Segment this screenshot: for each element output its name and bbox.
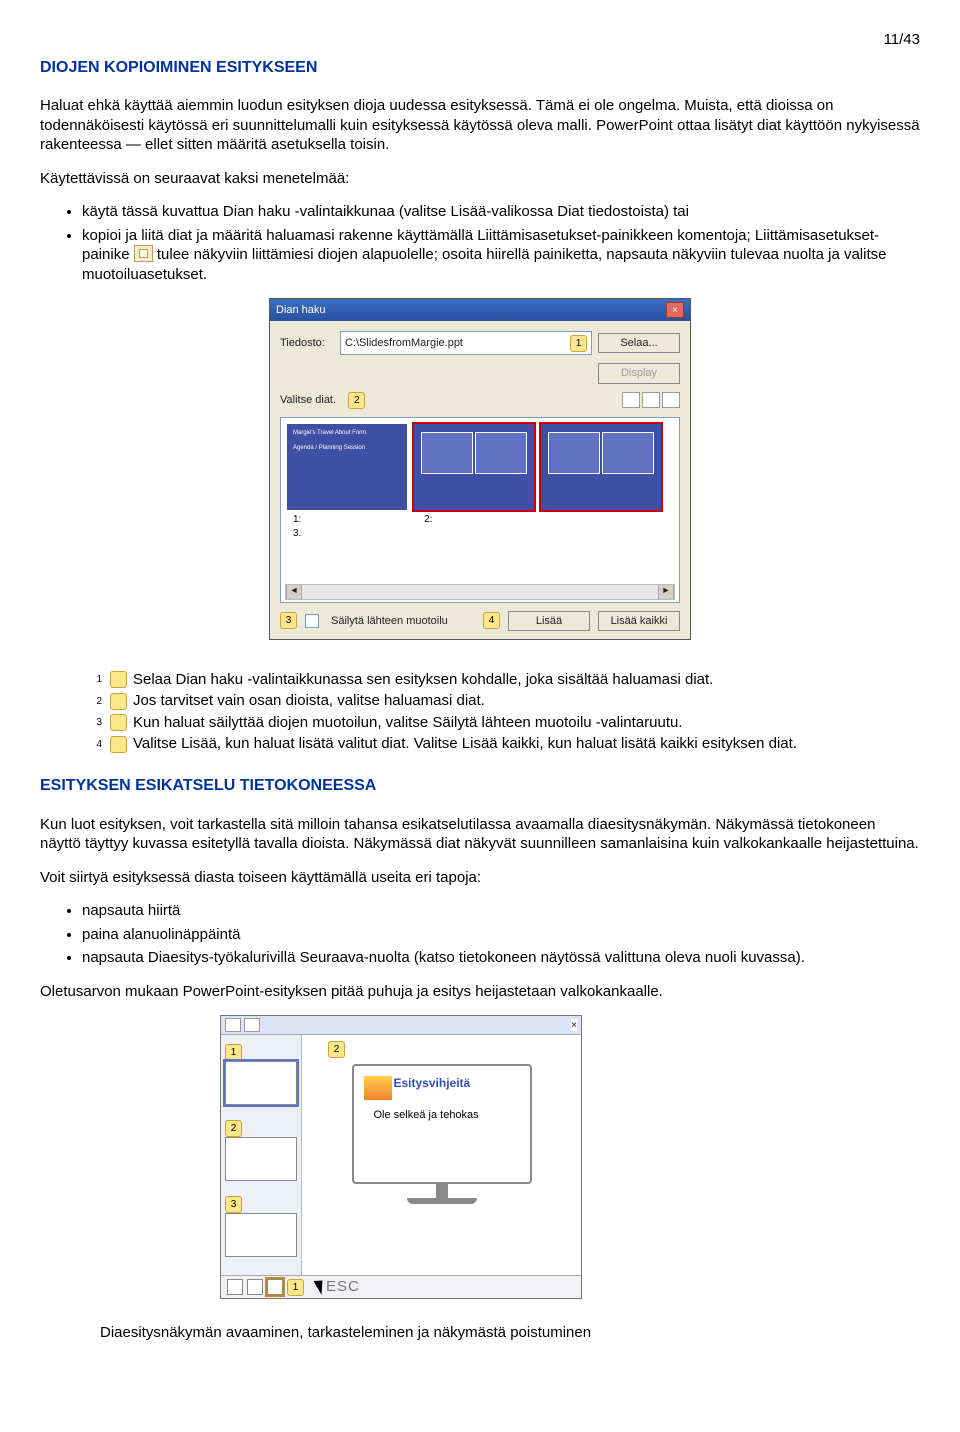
dialog-title: Dian haku bbox=[276, 303, 326, 317]
numbered-steps: 1 Selaa Dian haku -valintaikkunassa sen e… bbox=[110, 670, 920, 754]
esc-label: ESC bbox=[326, 1277, 360, 1297]
page-number: 11/43 bbox=[40, 30, 920, 50]
slide-label-3: 3. bbox=[293, 527, 413, 540]
step-2: Jos tarvitset vain osan dioista, valitse… bbox=[133, 692, 485, 709]
nav-item-2: paina alanuolinäppäintä bbox=[82, 925, 920, 945]
dialog-titlebar: Dian haku × bbox=[270, 299, 690, 321]
preview-paragraph-1: Kun luot esityksen, voit tarkastella sit… bbox=[40, 815, 920, 854]
figure-toolbar: × bbox=[221, 1016, 581, 1035]
method-item-2-tail: tulee näkyviin liittämiesi diojen alapuo… bbox=[82, 246, 886, 283]
step-badge-4: 4 bbox=[110, 736, 127, 753]
monitor-base bbox=[407, 1198, 477, 1204]
footer-caption: Diaesitysnäkymän avaaminen, tarkastelemi… bbox=[100, 1323, 920, 1343]
step-4: Valitse Lisää, kun haluat lisätä valitut… bbox=[133, 735, 797, 752]
slide-thumb-2[interactable] bbox=[414, 424, 534, 510]
file-path-value: C:\SlidesfromMargie.ppt bbox=[345, 336, 463, 350]
monitor-subtitle: Ole selkeä ja tehokas bbox=[374, 1108, 479, 1122]
nav-item-1: napsauta hiirtä bbox=[82, 901, 920, 921]
scroll-right-icon[interactable]: ► bbox=[658, 585, 674, 599]
slide-thumb-1[interactable]: Margie's Travel About FormAgenda / Plann… bbox=[287, 424, 407, 510]
callout-4: 4 bbox=[483, 612, 500, 629]
toolbar-icon bbox=[244, 1018, 260, 1032]
panel-thumb-2[interactable] bbox=[225, 1137, 297, 1181]
figure-bottom-bar: 1 ESC bbox=[221, 1275, 581, 1298]
step-badge-3: 3 bbox=[110, 714, 127, 731]
horizontal-scrollbar[interactable]: ◄ ► bbox=[285, 584, 675, 600]
step-3: Kun haluat säilyttää diojen muotoilun, v… bbox=[133, 714, 683, 731]
heading-copy-slides: DIOJEN KOPIOIMINEN ESITYKSEEN bbox=[40, 58, 920, 79]
select-slides-label: Valitse diat. bbox=[280, 394, 336, 406]
panel-thumb-1[interactable] bbox=[225, 1061, 297, 1105]
preview-paragraph-2: Voit siirtyä esityksessä diasta toiseen … bbox=[40, 868, 920, 888]
heading-preview: ESITYKSEN ESIKATSELU TIETOKONEESSA bbox=[40, 776, 920, 797]
view-icon-small[interactable] bbox=[642, 392, 660, 408]
step-badge-2: 2 bbox=[110, 693, 127, 710]
slideshow-preview-figure: × 1 2 3 2 Esitysvihjeitä Ole selkeä ja t… bbox=[220, 1015, 582, 1299]
view-normal-icon[interactable] bbox=[227, 1279, 243, 1295]
callout-2: 2 bbox=[348, 392, 365, 409]
file-label: Tiedosto: bbox=[280, 336, 334, 350]
close-icon[interactable]: × bbox=[666, 302, 684, 318]
callout-1: 1 bbox=[570, 335, 587, 352]
display-button[interactable]: Display bbox=[598, 363, 680, 383]
slide-label-2: 2: bbox=[424, 513, 544, 526]
fig-callout-bottom: 1 bbox=[287, 1279, 304, 1296]
navigation-list: napsauta hiirtä paina alanuolinäppäintä … bbox=[40, 901, 920, 968]
browse-button[interactable]: Selaa... bbox=[598, 333, 680, 353]
scroll-left-icon[interactable]: ◄ bbox=[286, 585, 302, 599]
step-1: Selaa Dian haku -valintaikkunassa sen es… bbox=[133, 671, 713, 688]
paste-options-icon bbox=[134, 245, 153, 262]
monitor-title: Esitysvihjeitä bbox=[394, 1076, 471, 1092]
toolbar-close: × bbox=[571, 1019, 577, 1031]
preview-paragraph-3: Oletusarvon mukaan PowerPoint-esityksen … bbox=[40, 982, 920, 1002]
insert-all-button[interactable]: Lisää kaikki bbox=[598, 611, 680, 631]
insert-button[interactable]: Lisää bbox=[508, 611, 590, 631]
step-badge-1: 1 bbox=[110, 671, 127, 688]
toolbar-icon bbox=[225, 1018, 241, 1032]
view-icon-large[interactable] bbox=[622, 392, 640, 408]
view-icon-list[interactable] bbox=[662, 392, 680, 408]
fig-callout-2: 2 bbox=[225, 1120, 242, 1137]
slide-thumbnails-area: Margie's Travel About FormAgenda / Plann… bbox=[280, 417, 680, 603]
slide-finder-dialog: Dian haku × Tiedosto: C:\SlidesfromMargi… bbox=[269, 298, 691, 640]
method-item-1: käytä tässä kuvattua Dian haku -valintai… bbox=[82, 202, 920, 222]
view-slideshow-icon[interactable] bbox=[267, 1279, 283, 1295]
view-mode-icons[interactable] bbox=[622, 392, 680, 408]
method-list: käytä tässä kuvattua Dian haku -valintai… bbox=[40, 202, 920, 284]
file-path-input[interactable]: C:\SlidesfromMargie.ppt 1 bbox=[340, 331, 592, 355]
fig-callout-top: 2 bbox=[328, 1041, 345, 1058]
keep-format-checkbox[interactable] bbox=[305, 614, 319, 628]
panel-thumb-3[interactable] bbox=[225, 1213, 297, 1257]
monitor-stand bbox=[436, 1184, 448, 1198]
method-item-2: kopioi ja liitä diat ja määritä haluamas… bbox=[82, 226, 920, 285]
intro-paragraph-2: Käytettävissä on seuraavat kaksi menetel… bbox=[40, 169, 920, 189]
ribbon-icon bbox=[364, 1076, 392, 1100]
slide-label-1: 1: bbox=[293, 513, 413, 526]
intro-paragraph-1: Haluat ehkä käyttää aiemmin luodun esity… bbox=[40, 96, 920, 155]
keep-format-label: Säilytä lähteen muotoilu bbox=[331, 614, 448, 628]
fig-callout-1: 1 bbox=[225, 1044, 242, 1061]
nav-item-3: napsauta Diaesitys-työkalurivillä Seuraa… bbox=[82, 948, 920, 968]
thumbnail-panel: 1 2 3 bbox=[221, 1035, 302, 1275]
monitor-screen: Esitysvihjeitä Ole selkeä ja tehokas bbox=[352, 1064, 532, 1184]
view-sorter-icon[interactable] bbox=[247, 1279, 263, 1295]
callout-3: 3 bbox=[280, 612, 297, 629]
fig-callout-3: 3 bbox=[225, 1196, 242, 1213]
slide-thumb-3[interactable] bbox=[541, 424, 661, 510]
